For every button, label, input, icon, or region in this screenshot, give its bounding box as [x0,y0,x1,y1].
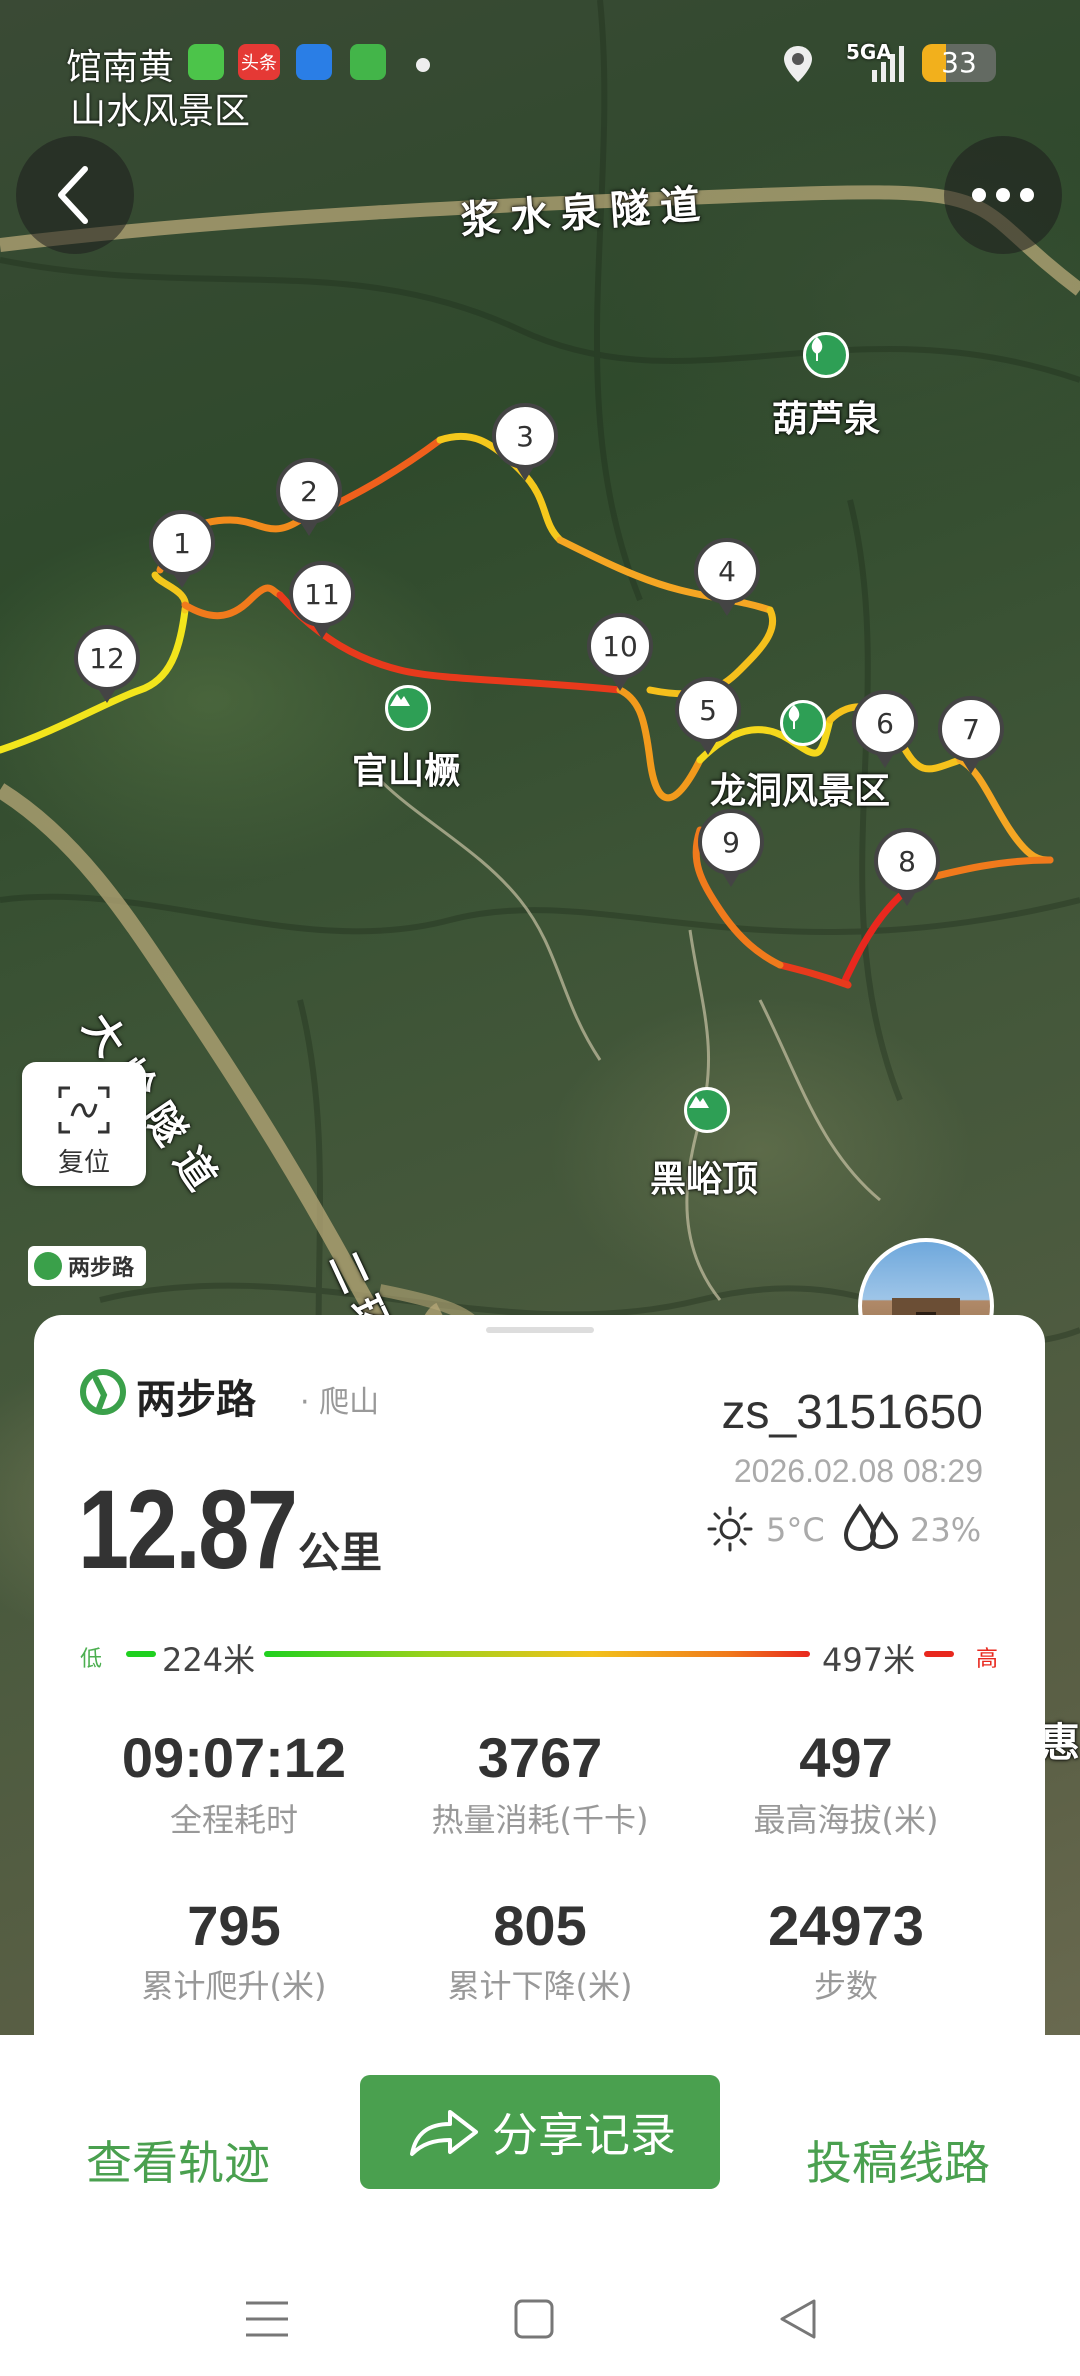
mountain-icon[interactable] [803,332,849,378]
stat-max-altitude-value: 497 [799,1726,893,1789]
battery-icon: 33 [922,44,996,82]
track-marker[interactable]: 4 [694,538,760,604]
elevation-high-label: 高 [976,1647,999,1672]
submit-route-button[interactable]: 投稿线路 [806,2127,990,2193]
stat-ascent-value: 795 [187,1894,281,1957]
brand-logo-icon [80,1369,126,1415]
stat-ascent-label: 累计爬升(米) [141,1967,327,2005]
track-marker[interactable]: 12 [74,625,140,691]
phone-icon [350,44,386,80]
elevation-gradient-bar [264,1651,810,1657]
share-arrow-icon [410,2110,478,2156]
brand-name: 两步路 [136,1377,256,1423]
elevation-high-value: 497米 [822,1641,916,1679]
brand-logo-icon [34,1252,62,1280]
poi-longdong-label: 龙洞风景区 [710,771,891,812]
track-marker[interactable]: 5 [675,677,741,743]
recenter-icon [58,1086,110,1134]
temperature: 5°C [766,1511,825,1549]
activity-type: · 爬山 [300,1385,380,1420]
elevation-low-value: 224米 [162,1641,256,1679]
track-marker[interactable]: 7 [938,696,1004,762]
wechat-icon [188,44,224,80]
edge-char-label: 惠 [1040,1720,1080,1766]
chevron-left-icon [58,166,88,224]
elevation-bar-start [126,1651,156,1657]
poi-guanshan-label: 官山橛 [352,751,461,792]
toutiao-icon: 头条 [238,44,280,80]
record-datetime: 2026.02.08 08:29 [733,1453,983,1489]
status-location-text-2: 山水风景区 [70,91,251,132]
track-marker[interactable]: 3 [492,403,558,469]
stat-steps-label: 步数 [813,1967,878,2005]
sun-icon [707,1506,753,1552]
menu-nav-icon[interactable] [242,2297,292,2341]
poi-hulu-label: 葫芦泉 [772,399,881,440]
back-nav-icon[interactable] [776,2297,820,2341]
more-dots-icon [972,188,1034,202]
view-track-button[interactable]: 查看轨迹 [86,2127,270,2193]
username: zs_3151650 [721,1386,983,1439]
track-marker[interactable]: 10 [587,613,653,679]
track-marker[interactable]: 1 [149,510,215,576]
mountain-icon[interactable] [385,685,431,731]
track-marker[interactable]: 2 [276,458,342,524]
track-marker[interactable]: 9 [698,809,764,875]
drag-handle[interactable] [486,1327,594,1333]
stat-descent-label: 累计下降(米) [447,1967,633,2005]
bottom-action-bar: 查看轨迹 分享记录 投稿线路 [0,2035,1080,2376]
mountain-icon[interactable] [684,1087,730,1133]
app-icon [296,44,332,80]
distance-value: 12.87 [78,1467,298,1592]
distance-unit: 公里 [298,1528,383,1577]
poi-heiyu-label: 黑峪顶 [650,1159,759,1200]
home-nav-icon[interactable] [512,2297,556,2341]
humidity-icon [843,1503,899,1552]
share-button[interactable]: 分享记录 [360,2075,720,2189]
stat-calories-value: 3767 [477,1726,603,1789]
reset-button[interactable]: 复位 [22,1062,146,1186]
stat-duration-label: 全程耗时 [169,1801,298,1839]
signal-icon [872,46,904,82]
map-brand-badge: 两步路 [28,1246,147,1286]
stat-calories-label: 热量消耗(千卡) [431,1801,649,1839]
location-icon [784,46,812,82]
stat-descent-value: 805 [493,1894,587,1957]
tree-icon[interactable] [780,700,826,746]
track-marker[interactable]: 6 [852,690,918,756]
back-button[interactable] [16,136,134,254]
more-button[interactable] [944,136,1062,254]
stat-duration-value: 09:07:12 [121,1726,347,1789]
battery-level: 33 [941,46,977,79]
elevation-bar-end [924,1651,954,1657]
elevation-low-label: 低 [80,1647,103,1672]
track-marker[interactable]: 11 [289,561,355,627]
track-marker[interactable]: 8 [874,828,940,894]
stat-steps-value: 24973 [768,1894,924,1957]
humidity: 23% [910,1511,982,1549]
dot-icon [416,58,430,72]
stat-max-altitude-label: 最高海拔(米) [753,1801,939,1839]
reset-label: 复位 [57,1148,110,1178]
summary-card: 两步路 · 爬山 zs_3151650 2026.02.08 08:29 5°C… [34,1315,1045,2035]
share-label: 分享记录 [492,2108,676,2162]
